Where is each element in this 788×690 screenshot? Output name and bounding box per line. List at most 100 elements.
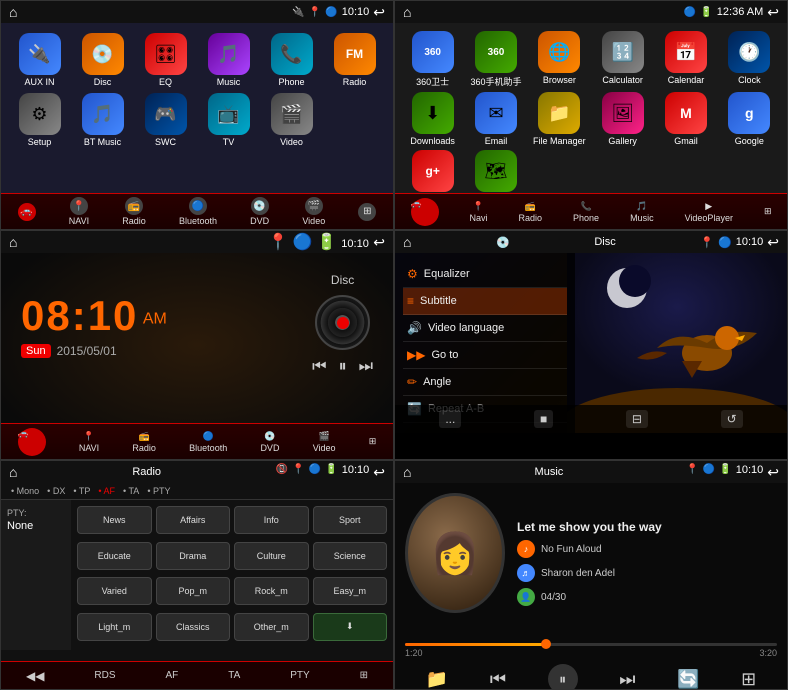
home-icon-p1[interactable]: ⌂ bbox=[9, 4, 17, 20]
nav-navi-p3[interactable]: 📍 NAVI bbox=[79, 431, 99, 453]
back-btn-p6[interactable]: ↩ bbox=[767, 464, 779, 481]
app-gallery[interactable]: 🖼 Gallery bbox=[593, 92, 652, 146]
af-btn[interactable]: AF bbox=[165, 670, 178, 681]
play-pause-btn[interactable]: ⏸ bbox=[548, 664, 578, 690]
app-radio[interactable]: FM Radio bbox=[326, 33, 383, 87]
home-icon-p2[interactable]: ⌂ bbox=[403, 4, 411, 20]
nav-car-p2[interactable]: 🚗 bbox=[411, 198, 439, 226]
pty-science[interactable]: Science bbox=[313, 542, 388, 570]
pty-sport[interactable]: Sport bbox=[313, 506, 388, 534]
artist2: Sharon den Adel bbox=[541, 568, 615, 579]
back-btn-p1[interactable]: ↩ bbox=[373, 4, 385, 21]
prev-track-btn[interactable]: ⏮ bbox=[490, 669, 506, 690]
nav-car[interactable]: 🚗 bbox=[18, 203, 36, 221]
nav-radio-p3[interactable]: 📻 Radio bbox=[132, 431, 156, 453]
home-icon-p6[interactable]: ⌂ bbox=[403, 464, 411, 480]
ta-btn[interactable]: TA bbox=[228, 670, 240, 681]
nav-car-p3[interactable]: 🚗 bbox=[18, 428, 46, 456]
app-setup[interactable]: ⚙ Setup bbox=[11, 93, 68, 147]
pty-light[interactable]: Light_m bbox=[77, 613, 152, 641]
app-calculator[interactable]: 🔢 Calculator bbox=[593, 31, 652, 88]
app-email[interactable]: ✉ Email bbox=[466, 92, 525, 146]
pty-rock[interactable]: Rock_m bbox=[234, 577, 309, 605]
repeat-btn[interactable]: ↺ bbox=[721, 410, 743, 428]
app-360-guard[interactable]: 360 360卫士 bbox=[403, 31, 462, 88]
nav-video[interactable]: 🎬 Video bbox=[302, 197, 325, 226]
nav-grid-p3[interactable]: ⊞ bbox=[369, 436, 377, 447]
nav-dvd[interactable]: 💿 DVD bbox=[250, 197, 269, 226]
settings-btn[interactable]: ⊞ bbox=[360, 670, 368, 681]
app-music[interactable]: 🎵 Music bbox=[200, 33, 257, 87]
more-btn[interactable]: ... bbox=[439, 410, 461, 428]
time-p5: 10:10 bbox=[342, 464, 370, 481]
home-icon-p3[interactable]: ⌂ bbox=[9, 234, 17, 250]
menu-equalizer[interactable]: ⚙ Equalizer bbox=[403, 261, 567, 288]
app-bt-music[interactable]: 🎵 BT Music bbox=[74, 93, 131, 147]
home-icon-p4[interactable]: ⌂ bbox=[403, 234, 411, 250]
menu-goto[interactable]: ▶▶ Go to bbox=[403, 342, 567, 369]
pty-culture[interactable]: Culture bbox=[234, 542, 309, 570]
pty-news[interactable]: News bbox=[77, 506, 152, 534]
app-phone[interactable]: 📞 Phone bbox=[263, 33, 320, 87]
back-btn-p4[interactable]: ↩ bbox=[767, 234, 779, 251]
app-eq[interactable]: 🎛 EQ bbox=[137, 33, 194, 87]
menu-subtitle[interactable]: ≡ Subtitle bbox=[403, 288, 567, 315]
app-calendar[interactable]: 📅 Calendar bbox=[656, 31, 715, 88]
folder-btn[interactable]: 📁 bbox=[426, 669, 448, 690]
pty-drama[interactable]: Drama bbox=[156, 542, 231, 570]
app-tv[interactable]: 📺 TV bbox=[200, 93, 257, 147]
nav-videoplayer-p2[interactable]: ▶ VideoPlayer bbox=[685, 201, 733, 223]
repeat-btn-music[interactable]: 🔄 bbox=[677, 669, 699, 690]
pty-info[interactable]: Info bbox=[234, 506, 309, 534]
nav-grid-p2[interactable]: ⊞ bbox=[764, 206, 772, 217]
app-video[interactable]: 🎬 Video bbox=[263, 93, 320, 147]
nav-video-p3[interactable]: 🎬 Video bbox=[313, 431, 336, 453]
nav-music-p2[interactable]: 🎵 Music bbox=[630, 201, 654, 223]
menu-btn[interactable]: ⊟ bbox=[626, 410, 648, 428]
stop-btn[interactable]: ■ bbox=[534, 410, 553, 428]
app-google[interactable]: g Google bbox=[720, 92, 779, 146]
back-btn-p2[interactable]: ↩ bbox=[767, 4, 779, 21]
pty-btn[interactable]: PTY bbox=[290, 670, 309, 681]
app-file-manager[interactable]: 📁 File Manager bbox=[530, 92, 589, 146]
pty-classics[interactable]: Classics bbox=[156, 613, 231, 641]
battery-icon: 🔋 bbox=[719, 464, 731, 481]
progress-bar[interactable] bbox=[405, 643, 777, 646]
menu-label: Angle bbox=[423, 376, 451, 388]
nav-navi-p2[interactable]: 📍 Navi bbox=[470, 201, 488, 223]
app-aux-in[interactable]: 🔌 AUX IN bbox=[11, 33, 68, 87]
menu-angle[interactable]: ✏ Angle bbox=[403, 369, 567, 396]
app-gmail[interactable]: M Gmail bbox=[656, 92, 715, 146]
next-btn[interactable]: ⏭ bbox=[359, 358, 373, 376]
pty-affairs[interactable]: Affairs bbox=[156, 506, 231, 534]
nav-dvd-p3[interactable]: 💿 DVD bbox=[260, 431, 279, 453]
nav-bluetooth[interactable]: 🔵 Bluetooth bbox=[179, 197, 217, 226]
home-icon-p5[interactable]: ⌂ bbox=[9, 464, 17, 480]
back-btn-p5[interactable]: ↩ bbox=[373, 464, 385, 481]
pty-pop[interactable]: Pop_m bbox=[156, 577, 231, 605]
eq-btn[interactable]: ⊞ bbox=[741, 669, 756, 690]
pty-varied[interactable]: Varied bbox=[77, 577, 152, 605]
nav-bluetooth-p3[interactable]: 🔵 Bluetooth bbox=[189, 431, 227, 453]
app-disc[interactable]: 💿 Disc bbox=[74, 33, 131, 87]
nav-radio-p2[interactable]: 📻 Radio bbox=[519, 201, 543, 223]
pty-down[interactable]: ⬇ bbox=[313, 613, 388, 641]
app-downloads[interactable]: ⬇ Downloads bbox=[403, 92, 462, 146]
back-btn-p3[interactable]: ↩ bbox=[373, 234, 385, 250]
rds-btn[interactable]: RDS bbox=[94, 670, 115, 681]
pause-btn[interactable]: ⏸ bbox=[339, 358, 347, 376]
nav-navi[interactable]: 📍 NAVI bbox=[69, 197, 89, 226]
pty-other[interactable]: Other_m bbox=[234, 613, 309, 641]
app-swc[interactable]: 🎮 SWC bbox=[137, 93, 194, 147]
nav-grid[interactable]: ⊞ bbox=[358, 203, 376, 221]
prev-btn[interactable]: ⏮ bbox=[312, 358, 326, 376]
nav-radio[interactable]: 📻 Radio bbox=[122, 197, 146, 226]
app-360-helper[interactable]: 360 360手机助手 bbox=[466, 31, 525, 88]
nav-phone-p2[interactable]: 📞 Phone bbox=[573, 201, 599, 223]
pty-easy[interactable]: Easy_m bbox=[313, 577, 388, 605]
app-browser[interactable]: 🌐 Browser bbox=[530, 31, 589, 88]
pty-educate[interactable]: Educate bbox=[77, 542, 152, 570]
menu-video-language[interactable]: 🔊 Video language bbox=[403, 315, 567, 342]
app-clock[interactable]: 🕐 Clock bbox=[720, 31, 779, 88]
next-track-btn[interactable]: ⏭ bbox=[619, 669, 635, 690]
